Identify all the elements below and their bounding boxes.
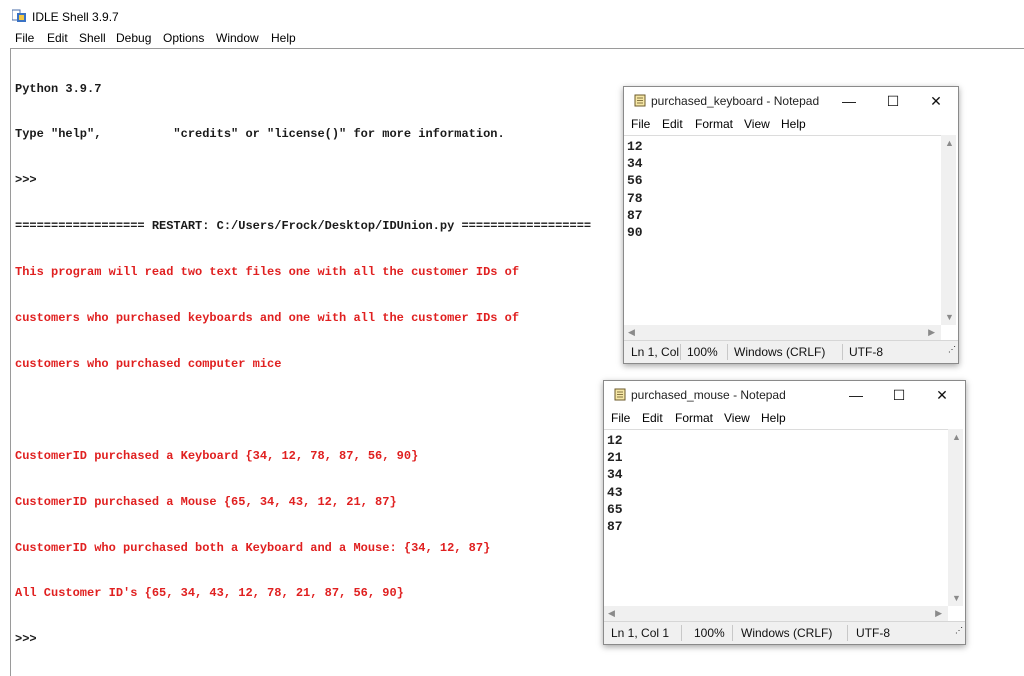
idle-menu-edit[interactable]: Edit (47, 31, 68, 45)
text-line: 34 (607, 467, 623, 483)
text-line: 12 (627, 139, 643, 154)
status-encoding: UTF-8 (856, 626, 890, 640)
maximize-button[interactable]: ☐ (884, 384, 914, 406)
idle-menu-file[interactable]: File (15, 31, 34, 45)
horizontal-scrollbar[interactable]: ◀ ▶ (624, 325, 941, 340)
vertical-scrollbar[interactable]: ▲ ▼ (941, 135, 956, 325)
scroll-right-arrow-icon[interactable]: ▶ (935, 608, 942, 619)
close-button[interactable]: ✕ (927, 384, 957, 406)
shell-output: Python 3.9.7 Type "help", "credits" or "… (15, 51, 591, 663)
status-divider (681, 625, 682, 641)
status-zoom: 100% (687, 345, 718, 359)
idle-menu-shell[interactable]: Shell (79, 31, 106, 45)
shell-prompt: >>> (15, 173, 37, 188)
shell-prompt[interactable]: >>> (15, 632, 591, 647)
notepad-menu-edit[interactable]: Edit (642, 411, 663, 425)
notepad-menu-file[interactable]: File (631, 117, 650, 131)
shell-blank-line (15, 403, 591, 418)
scroll-left-arrow-icon[interactable]: ◀ (628, 327, 635, 338)
idle-menu-debug[interactable]: Debug (116, 31, 151, 45)
text-line: 90 (627, 225, 643, 241)
notepad-keyboard-title: purchased_keyboard - Notepad (651, 94, 820, 108)
scroll-up-arrow-icon[interactable]: ▲ (945, 138, 954, 148)
notepad-mouse-title: purchased_mouse - Notepad (631, 388, 786, 402)
status-divider (842, 344, 843, 360)
status-position: Ln 1, Col (631, 345, 680, 359)
notepad-menu-help[interactable]: Help (761, 411, 786, 425)
shell-output-mouse: CustomerID purchased a Mouse {65, 34, 43… (15, 494, 397, 509)
notepad-menu-format[interactable]: Format (675, 411, 713, 425)
notepad-keyboard-lines: 12 34 56 78 87 90 (627, 138, 643, 241)
text-line: 56 (627, 173, 643, 189)
text-line: 87 (627, 207, 643, 223)
shell-output-both: CustomerID who purchased both a Keyboard… (15, 540, 491, 555)
idle-menu-window[interactable]: Window (216, 31, 259, 45)
status-line-ending: Windows (CRLF) (734, 345, 826, 359)
notepad-mouse-text-area[interactable]: 12 21 34 43 65 87 (604, 429, 948, 607)
minimize-button[interactable]: — (841, 384, 871, 406)
text-line: 78 (627, 190, 643, 206)
notepad-keyboard-window: purchased_keyboard - Notepad — ☐ ✕ File … (623, 86, 959, 364)
idle-menu-bar: File Edit Shell Debug Options Window Hel… (0, 30, 1024, 48)
notepad-menu-edit[interactable]: Edit (662, 117, 683, 131)
notepad-mouse-title-bar: purchased_mouse - Notepad — ☐ ✕ (604, 381, 965, 409)
scroll-down-arrow-icon[interactable]: ▼ (945, 312, 954, 322)
idle-app-icon (12, 9, 26, 22)
idle-menu-options[interactable]: Options (163, 31, 204, 45)
close-button[interactable]: ✕ (921, 90, 951, 112)
notepad-mouse-status-bar: Ln 1, Col 1 100% Windows (CRLF) UTF-8 ⋰ (604, 621, 965, 644)
status-divider (847, 625, 848, 641)
shell-line-version: Python 3.9.7 (15, 81, 102, 96)
notepad-menu-file[interactable]: File (611, 411, 630, 425)
idle-menu-help[interactable]: Help (271, 31, 296, 45)
minimize-button[interactable]: — (834, 90, 864, 112)
text-line: 21 (607, 450, 623, 466)
shell-output-line: This program will read two text files on… (15, 265, 520, 280)
status-divider (727, 344, 728, 360)
idle-title-bar: IDLE Shell 3.9.7 (0, 0, 1024, 30)
idle-window-title: IDLE Shell 3.9.7 (32, 10, 119, 24)
text-line: 65 (607, 501, 623, 517)
status-position: Ln 1, Col 1 (611, 626, 670, 640)
text-line: 34 (627, 156, 643, 172)
shell-line-help: Type "help", "credits" or "license()" fo… (15, 127, 505, 142)
notepad-icon (614, 388, 626, 401)
maximize-button[interactable]: ☐ (878, 90, 908, 112)
shell-line-restart: ================== RESTART: C:/Users/Fro… (15, 219, 592, 234)
notepad-menu-view[interactable]: View (744, 117, 770, 131)
notepad-mouse-window: purchased_mouse - Notepad — ☐ ✕ File Edi… (603, 380, 966, 645)
scroll-right-arrow-icon[interactable]: ▶ (928, 327, 935, 338)
status-divider (732, 625, 733, 641)
text-line: 43 (607, 484, 623, 500)
vertical-scrollbar[interactable]: ▲ ▼ (948, 429, 963, 606)
notepad-menu-format[interactable]: Format (695, 117, 733, 131)
scroll-left-arrow-icon[interactable]: ◀ (608, 608, 615, 619)
scroll-down-arrow-icon[interactable]: ▼ (952, 593, 961, 603)
notepad-icon (634, 94, 646, 107)
scroll-up-arrow-icon[interactable]: ▲ (952, 432, 961, 442)
notepad-keyboard-text-area[interactable]: 12 34 56 78 87 90 (624, 135, 941, 326)
shell-output-line: customers who purchased computer mice (15, 356, 282, 371)
notepad-menu-view[interactable]: View (724, 411, 750, 425)
shell-output-line: customers who purchased keyboards and on… (15, 311, 520, 326)
notepad-keyboard-title-bar: purchased_keyboard - Notepad — ☐ ✕ (624, 87, 958, 115)
status-line-ending: Windows (CRLF) (741, 626, 833, 640)
resize-grip-icon[interactable]: ⋰ (948, 345, 956, 361)
shell-output-keyboard: CustomerID purchased a Keyboard {34, 12,… (15, 448, 419, 463)
shell-output-all: All Customer ID's {65, 34, 43, 12, 78, 2… (15, 586, 404, 601)
text-line: 12 (607, 433, 623, 448)
notepad-menu-help[interactable]: Help (781, 117, 806, 131)
status-encoding: UTF-8 (849, 345, 883, 359)
notepad-keyboard-status-bar: Ln 1, Col 100% Windows (CRLF) UTF-8 ⋰ (624, 340, 958, 363)
status-divider (680, 344, 681, 360)
resize-grip-icon[interactable]: ⋰ (955, 626, 963, 642)
notepad-mouse-lines: 12 21 34 43 65 87 (607, 432, 623, 535)
text-line: 87 (607, 519, 623, 535)
horizontal-scrollbar[interactable]: ◀ ▶ (604, 606, 948, 621)
status-zoom: 100% (694, 626, 725, 640)
